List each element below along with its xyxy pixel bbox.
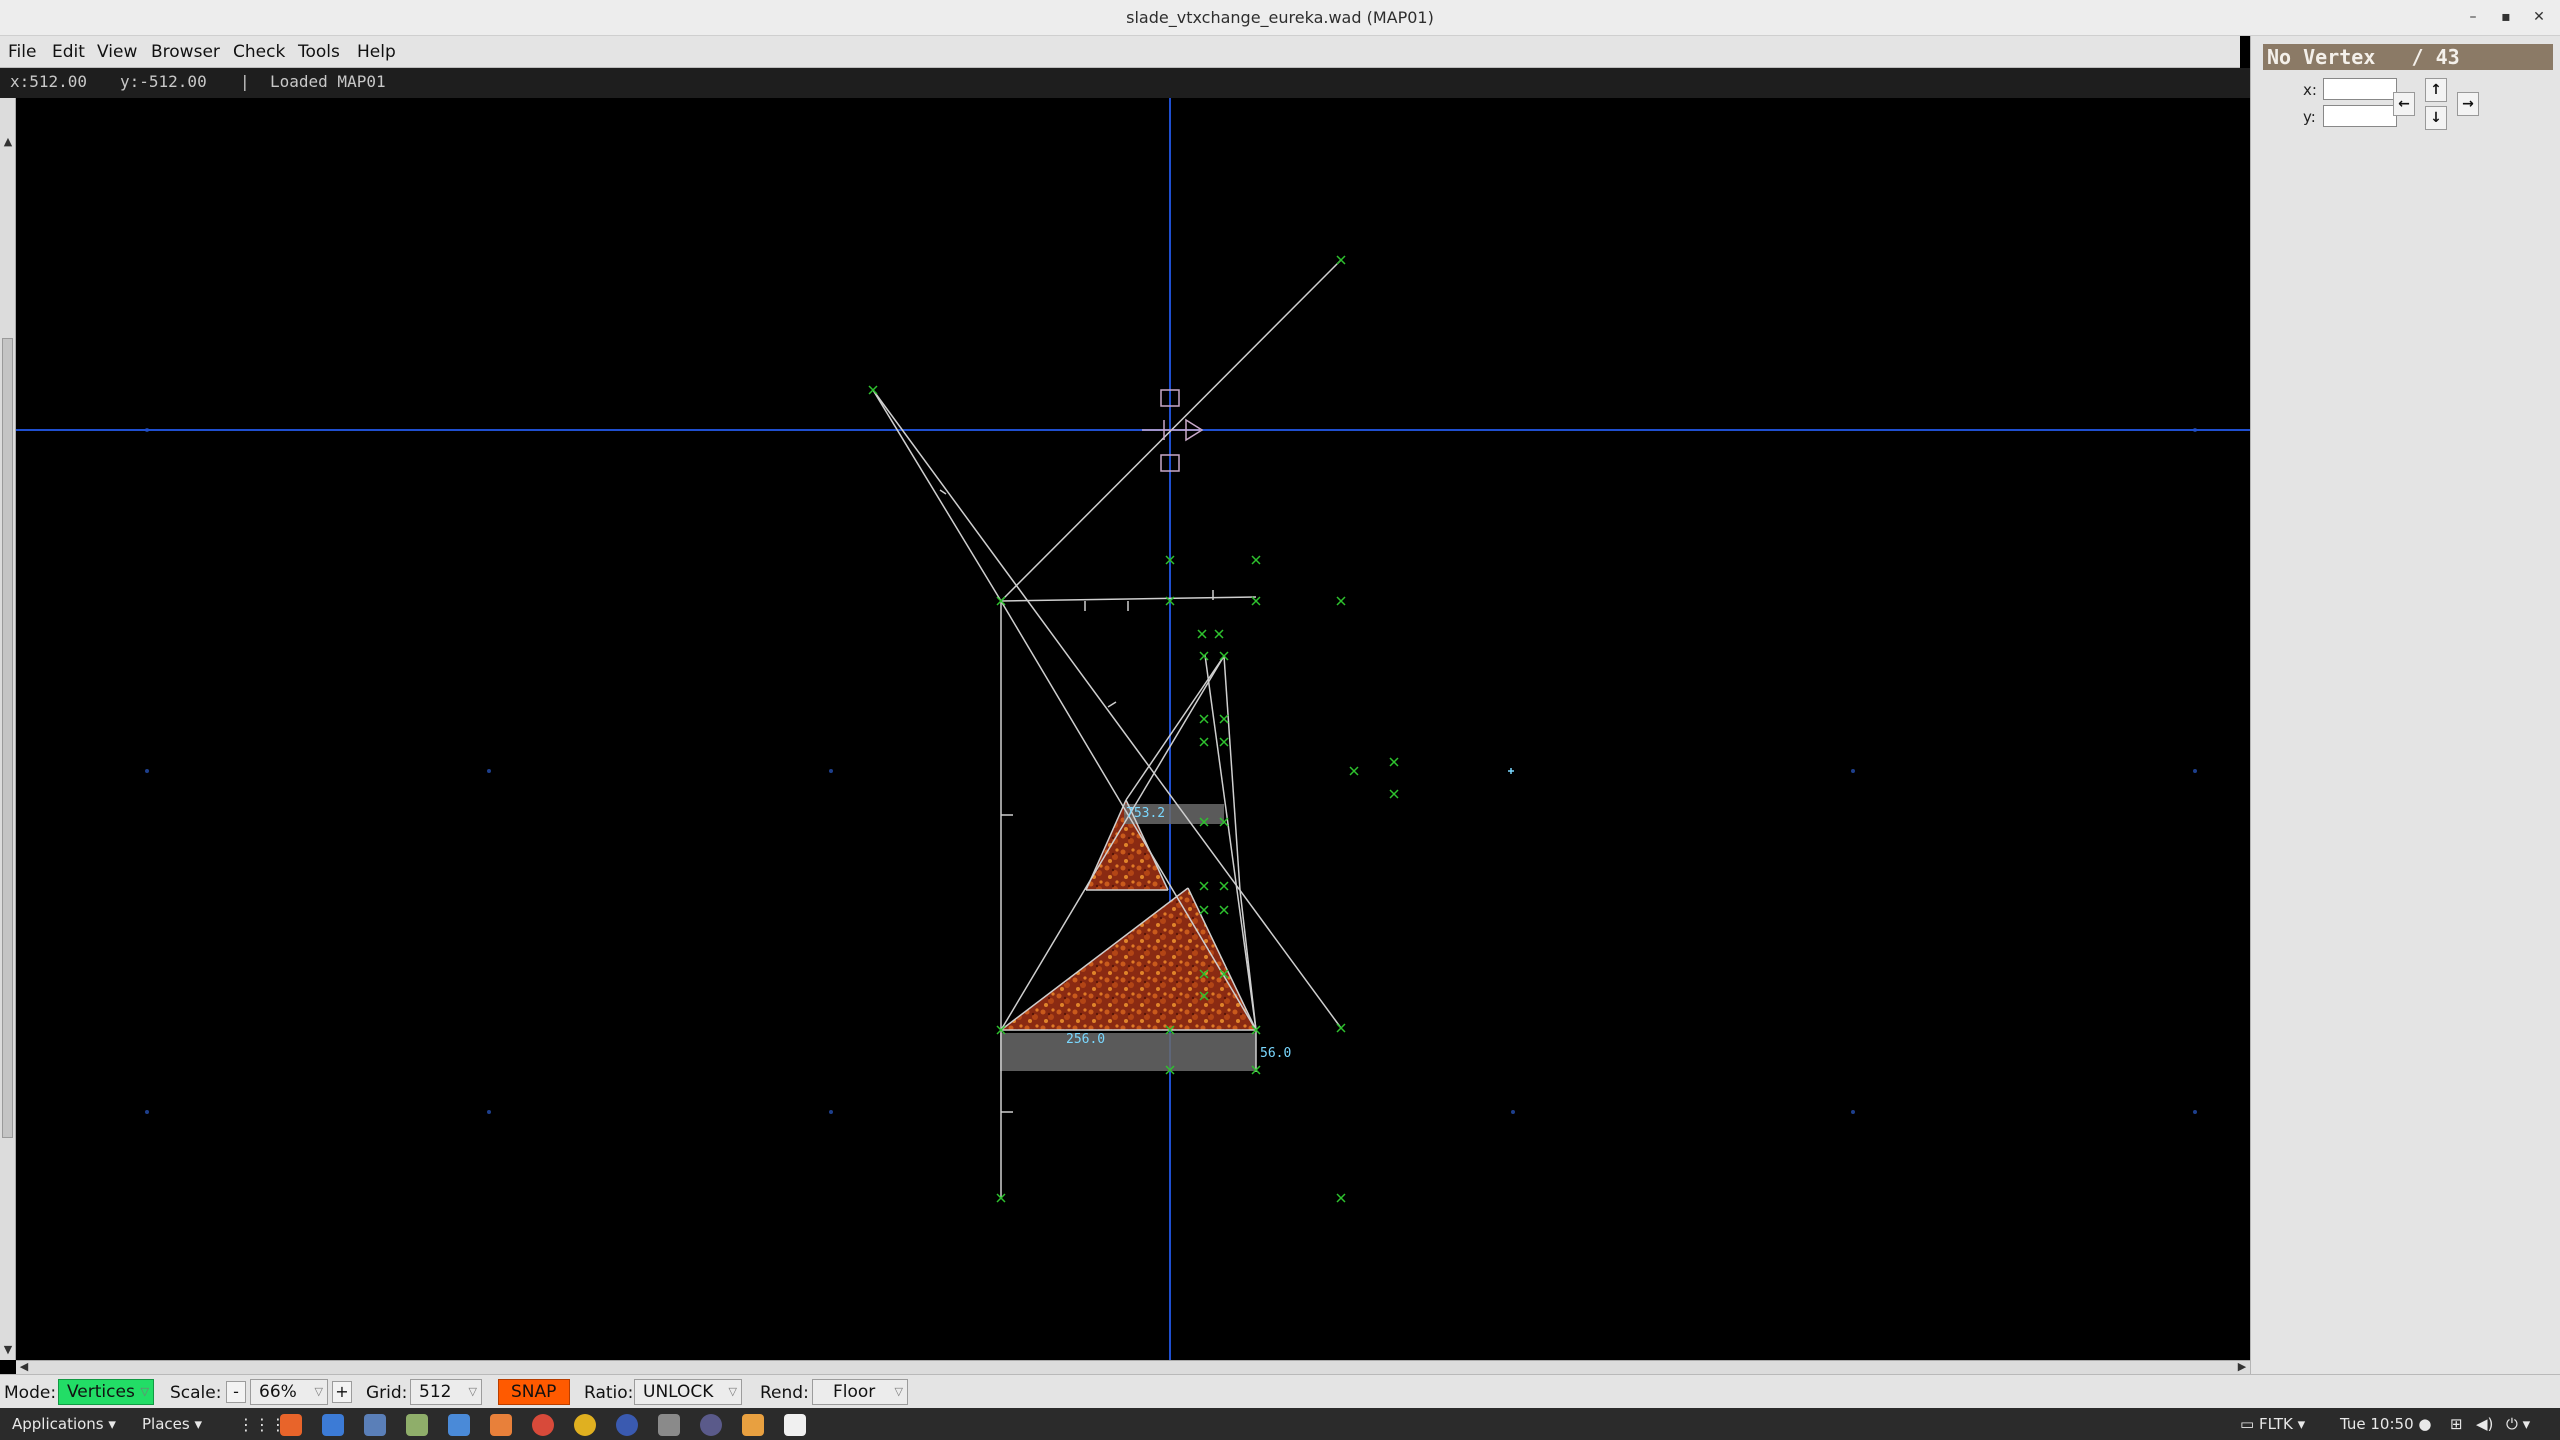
vertex-y-field[interactable]: [2323, 105, 2397, 127]
rend-value: Floor: [833, 1382, 876, 1402]
nudge-right-icon[interactable]: →: [2457, 92, 2479, 116]
vertex-count: / 43: [2411, 45, 2460, 69]
snap-toggle[interactable]: SNAP: [498, 1379, 570, 1405]
help-icon[interactable]: [532, 1414, 554, 1436]
horizontal-scrollbar[interactable]: ◀ ▶: [16, 1360, 2250, 1374]
mouse-y-coordinate: y:-512.00: [120, 72, 207, 91]
menu-edit[interactable]: Edit: [52, 42, 85, 62]
vertex-x-field[interactable]: [2323, 78, 2397, 100]
text-editor-icon[interactable]: [406, 1414, 428, 1436]
length-label-lower-height: 56.0: [1260, 1046, 1291, 1061]
settings-icon[interactable]: [700, 1414, 722, 1436]
status-message: Loaded MAP01: [270, 72, 386, 91]
scroll-up-icon[interactable]: ▲: [0, 134, 16, 150]
scroll-right-icon[interactable]: ▶: [2234, 1360, 2250, 1374]
vertical-scrollbar[interactable]: ▲ ▼: [0, 98, 16, 1360]
menu-bar: File Edit View Browser Check Tools Help: [0, 36, 2240, 68]
mode-selector[interactable]: Vertices ▽: [58, 1379, 154, 1405]
lava-sector-lower: [1001, 888, 1256, 1030]
calendar-icon[interactable]: [364, 1414, 386, 1436]
vertical-scroll-thumb[interactable]: [2, 338, 13, 1138]
x-label: x:: [2303, 81, 2317, 99]
scale-minus-button[interactable]: -: [226, 1381, 246, 1403]
menu-tools[interactable]: Tools: [298, 42, 340, 62]
notes-icon[interactable]: [742, 1414, 764, 1436]
document-icon[interactable]: [448, 1414, 470, 1436]
highlight-box-lower: [1000, 1033, 1256, 1071]
mode-label: Mode:: [4, 1383, 57, 1403]
files-icon[interactable]: [322, 1414, 344, 1436]
app-grid-icon[interactable]: ⋮⋮⋮: [238, 1415, 286, 1434]
selected-vertex-marker: [1508, 768, 1514, 774]
mouse-x-coordinate: x:512.00: [10, 72, 88, 91]
scale-plus-button[interactable]: +: [332, 1381, 352, 1403]
grid-selector[interactable]: 512 ▽: [410, 1379, 482, 1405]
scale-value: 66%: [259, 1382, 297, 1402]
maximize-icon[interactable]: ▪: [2495, 6, 2517, 28]
panel-title: No Vertex: [2267, 45, 2376, 69]
applications-menu[interactable]: Applications ▾: [12, 1415, 116, 1433]
minimize-icon[interactable]: –: [2462, 6, 2484, 28]
firefox-icon[interactable]: [280, 1414, 302, 1436]
menu-help[interactable]: Help: [357, 42, 396, 62]
rend-label: Rend:: [760, 1383, 809, 1403]
window-title: slade_vtxchange_eureka.wad (MAP01): [1126, 8, 1434, 27]
scroll-down-icon[interactable]: ▼: [0, 1342, 16, 1358]
grid-label: Grid:: [366, 1383, 408, 1403]
ratio-value: UNLOCK: [643, 1382, 714, 1402]
chevron-down-icon: ▽: [894, 1385, 903, 1398]
places-menu[interactable]: Places ▾: [142, 1415, 202, 1433]
close-icon[interactable]: ✕: [2528, 6, 2550, 28]
menu-check[interactable]: Check: [233, 42, 285, 62]
clock[interactable]: Tue 10:50 ●: [2340, 1415, 2431, 1433]
power-icon[interactable]: ⏻ ▾: [2506, 1415, 2530, 1433]
nudge-down-icon[interactable]: ↓: [2425, 106, 2447, 130]
window-icon[interactable]: [784, 1414, 806, 1436]
player-start-thing: [1142, 389, 1204, 472]
status-bar: Mode: Vertices ▽ Scale: - 66% ▽ + Grid: 51…: [0, 1374, 2560, 1408]
vertex-panel: No Vertex / 43 x: y: ↑ ↓ ← →: [2250, 36, 2560, 1374]
menu-file[interactable]: File: [8, 42, 36, 62]
grid-value: 512: [419, 1382, 452, 1402]
ratio-selector[interactable]: UNLOCK ▽: [634, 1379, 742, 1405]
chevron-down-icon: ▽: [468, 1385, 477, 1398]
title-bar: slade_vtxchange_eureka.wad (MAP01) – ▪ ✕: [0, 0, 2560, 36]
info-separator: |: [240, 72, 250, 91]
render-selector[interactable]: Floor ▽: [812, 1379, 908, 1405]
network-icon[interactable]: ⊞: [2450, 1415, 2463, 1433]
length-label-lower-width: 256.0: [1066, 1032, 1105, 1047]
menu-view[interactable]: View: [97, 42, 137, 62]
nudge-up-icon[interactable]: ↑: [2425, 78, 2447, 102]
mode-value: Vertices: [67, 1382, 135, 1402]
chevron-down-icon: ▽: [314, 1385, 323, 1398]
scale-label: Scale:: [170, 1383, 222, 1403]
nudge-left-icon[interactable]: ←: [2393, 92, 2415, 116]
chevron-down-icon: ▽: [140, 1385, 149, 1398]
map-canvas[interactable]: 753.2 256.0 56.0: [16, 98, 2250, 1360]
chevron-down-icon: ▽: [728, 1385, 737, 1398]
info-bar: x:512.00 y:-512.00 | Loaded MAP01: [0, 68, 2250, 98]
scroll-left-icon[interactable]: ◀: [16, 1360, 32, 1374]
snap-label: SNAP: [511, 1382, 557, 1402]
fltk-window-menu[interactable]: ▭ FLTK ▾: [2240, 1415, 2305, 1433]
panel-header: No Vertex / 43: [2263, 44, 2553, 70]
desktop-taskbar: Applications ▾ Places ▾ ⋮⋮⋮ ▭ FLTK ▾ Tue…: [0, 1408, 2560, 1440]
scale-selector[interactable]: 66% ▽: [250, 1379, 328, 1405]
map-drawing: 753.2 256.0 56.0: [16, 98, 2250, 1360]
ratio-label: Ratio:: [584, 1383, 634, 1403]
menu-browser[interactable]: Browser: [151, 42, 220, 62]
terminal-icon[interactable]: [658, 1414, 680, 1436]
length-label-upper: 753.2: [1126, 806, 1165, 821]
volume-icon[interactable]: ◀): [2476, 1415, 2493, 1433]
app-icon[interactable]: [616, 1414, 638, 1436]
y-label: y:: [2303, 108, 2316, 126]
software-icon[interactable]: [490, 1414, 512, 1436]
chrome-icon[interactable]: [574, 1414, 596, 1436]
